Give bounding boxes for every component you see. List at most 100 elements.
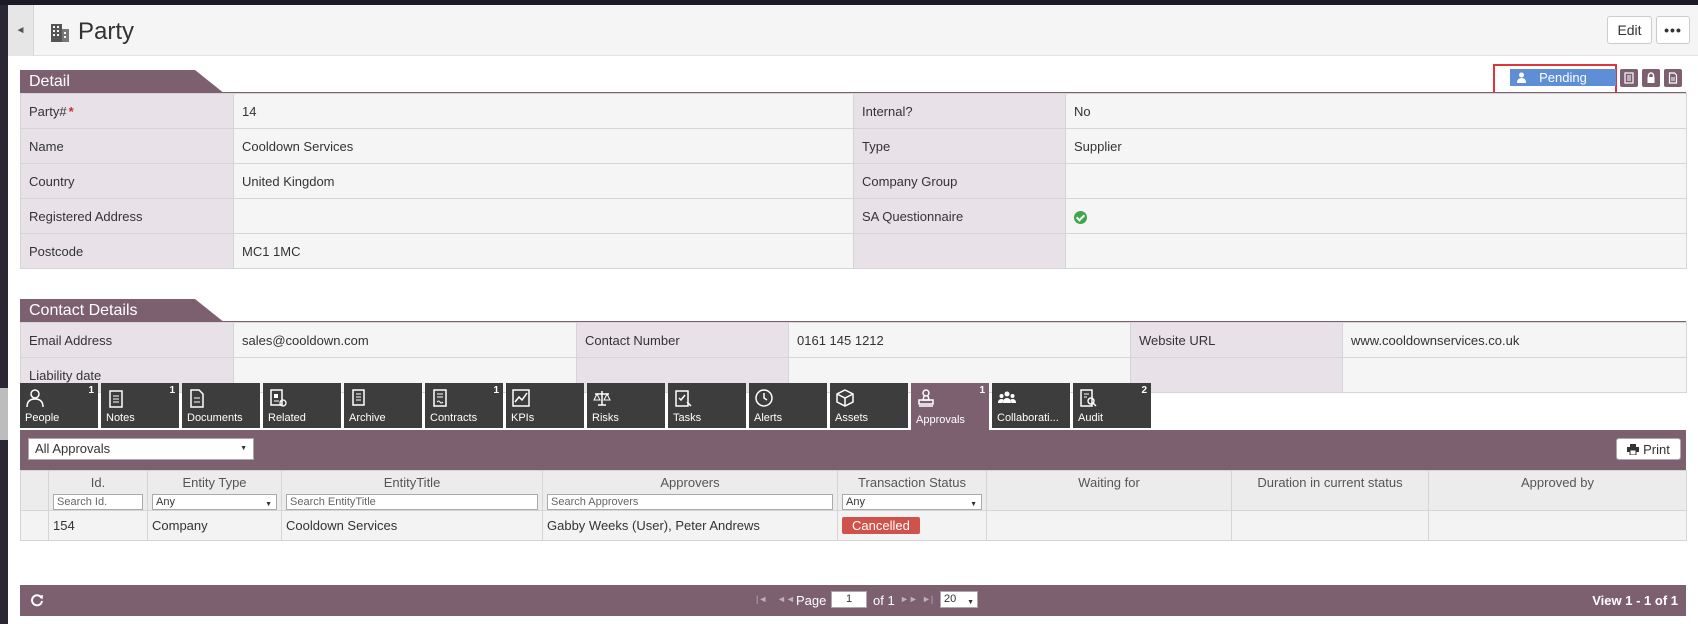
status-label: Pending — [1539, 70, 1587, 85]
col-id[interactable]: Id. Search Id. — [48, 470, 148, 511]
col-approvers[interactable]: Approvers Search Approvers — [542, 470, 838, 511]
page-size-select[interactable]: 20 ▼ — [940, 591, 978, 608]
col-duration[interactable]: Duration in current status — [1231, 470, 1429, 511]
tab-archive[interactable]: Archive — [344, 383, 422, 428]
tab-approvals[interactable]: Approvals 1 — [911, 383, 989, 430]
status-pending-button[interactable]: Pending — [1510, 69, 1616, 86]
tab-people[interactable]: People 1 — [20, 383, 98, 428]
col-waiting-for[interactable]: Waiting for — [986, 470, 1232, 511]
tab-alerts[interactable]: Alerts — [749, 383, 827, 428]
approvals-filter-dropdown[interactable]: All Approvals ▼ — [28, 438, 254, 460]
cell-approved-by — [1428, 510, 1687, 541]
detail-row: Name Cooldown Services Type Supplier — [20, 128, 1687, 164]
tab-tasks[interactable]: Tasks — [668, 383, 746, 428]
more-options-button[interactable]: ••• — [1656, 16, 1690, 44]
registered-address-value — [233, 198, 854, 234]
audit-icon — [1080, 389, 1097, 407]
internal-label: Internal? — [853, 93, 1066, 129]
entity-type-select[interactable]: Any ▼ — [152, 494, 277, 510]
col-transaction-status[interactable]: Transaction Status Any ▼ — [837, 470, 987, 511]
contact-number-value: 0161 145 1212 — [788, 322, 1131, 358]
row-number-header — [20, 470, 49, 511]
search-approvers-input[interactable]: Search Approvers — [547, 494, 833, 510]
cell-duration — [1231, 510, 1429, 541]
stamp-icon — [918, 389, 934, 407]
search-id-input[interactable]: Search Id. — [53, 494, 143, 510]
edit-button[interactable]: Edit — [1607, 16, 1652, 44]
view-count: View 1 - 1 of 1 — [1592, 593, 1678, 608]
required-mark: * — [68, 103, 74, 119]
page-label: Page — [796, 593, 827, 608]
tab-related[interactable]: Related — [263, 383, 341, 428]
document-button[interactable] — [1664, 69, 1682, 87]
pager: |◄ ◄◄ Page 1 of 1 ►► ►| 20 ▼ View 1 - 1 o… — [20, 585, 1686, 616]
first-page-icon[interactable]: |◄ — [756, 594, 767, 604]
related-icon — [270, 389, 287, 407]
last-page-icon[interactable]: ►| — [922, 594, 933, 604]
tab-audit[interactable]: Audit 2 — [1073, 383, 1151, 428]
cell-entity-type: Company — [147, 510, 282, 541]
print-button[interactable]: Print — [1616, 438, 1681, 460]
list-icon — [1624, 72, 1634, 84]
party-number-label: Party# — [29, 103, 67, 119]
postcode-value: MC1 1MC — [233, 233, 854, 269]
cell-status: Cancelled — [837, 510, 987, 541]
tab-documents[interactable]: Documents — [182, 383, 260, 428]
next-page-icon[interactable]: ►► — [900, 594, 918, 604]
table-row[interactable]: 154 Company Cooldown Services Gabby Week… — [20, 510, 1687, 541]
col-entity-title-label: EntityTitle — [383, 475, 441, 490]
contact-row: Email Address sales@cooldown.com Contact… — [20, 322, 1687, 358]
tab-label: Documents — [187, 412, 243, 424]
entity-type-value: Any — [156, 496, 175, 508]
tab-kpis[interactable]: KPIs — [506, 383, 584, 428]
refresh-icon[interactable] — [30, 593, 44, 607]
dropdown-arrow-icon: ▼ — [967, 599, 974, 606]
name-label: Name — [20, 128, 234, 164]
collapse-sidebar-button[interactable]: ◄ — [8, 5, 34, 56]
dropdown-arrow-icon: ▼ — [265, 501, 272, 508]
email-value: sales@cooldown.com — [233, 322, 577, 358]
tab-count: 1 — [169, 385, 175, 396]
tab-label: Approvals — [916, 414, 965, 426]
country-value: United Kingdom — [233, 163, 854, 199]
contract-icon — [433, 389, 447, 407]
detail-row: Party# * 14 Internal? No — [20, 93, 1687, 129]
tab-assets[interactable]: Assets — [830, 383, 908, 428]
page-number-input[interactable]: 1 — [831, 591, 867, 608]
col-entity-type[interactable]: Entity Type Any ▼ — [147, 470, 282, 511]
tab-contracts[interactable]: Contracts 1 — [425, 383, 503, 428]
name-value: Cooldown Services — [233, 128, 854, 164]
contact-section-header: Contact Details — [20, 299, 230, 323]
col-approvers-label: Approvers — [660, 475, 720, 490]
col-approved-by[interactable]: Approved by — [1428, 470, 1687, 511]
chart-icon — [512, 389, 530, 407]
tab-count: 1 — [493, 385, 499, 396]
country-label: Country — [20, 163, 234, 199]
approvals-toolbar — [20, 430, 1686, 470]
detail-row: Country United Kingdom Company Group — [20, 163, 1687, 199]
list-view-button[interactable] — [1620, 69, 1638, 87]
dropdown-arrow-icon: ▼ — [970, 501, 977, 508]
sidebar-handle[interactable] — [0, 388, 8, 440]
left-edge-bar — [0, 5, 8, 624]
tab-count: 1 — [979, 385, 985, 396]
tab-collaboration[interactable]: Collaborati... — [992, 383, 1070, 428]
approvals-filter-value: All Approvals — [35, 441, 111, 456]
search-entity-title-input[interactable]: Search EntityTitle — [286, 494, 538, 510]
empty-label — [853, 233, 1066, 269]
tab-label: Alerts — [754, 412, 783, 424]
prev-page-icon[interactable]: ◄◄ — [777, 594, 795, 604]
company-group-value — [1065, 163, 1687, 199]
tab-notes[interactable]: Notes 1 — [101, 383, 179, 428]
website-label: Website URL — [1130, 322, 1343, 358]
postcode-label: Postcode — [20, 233, 234, 269]
detail-section-header: Detail — [20, 70, 230, 94]
tab-risks[interactable]: Risks — [587, 383, 665, 428]
col-entity-title[interactable]: EntityTitle Search EntityTitle — [281, 470, 543, 511]
tab-label: Tasks — [673, 412, 702, 424]
company-group-label: Company Group — [853, 163, 1066, 199]
status-select[interactable]: Any ▼ — [842, 494, 982, 510]
lock-button[interactable] — [1642, 69, 1660, 87]
tab-count: 2 — [1141, 385, 1147, 396]
cell-approvers: Gabby Weeks (User), Peter Andrews — [542, 510, 838, 541]
